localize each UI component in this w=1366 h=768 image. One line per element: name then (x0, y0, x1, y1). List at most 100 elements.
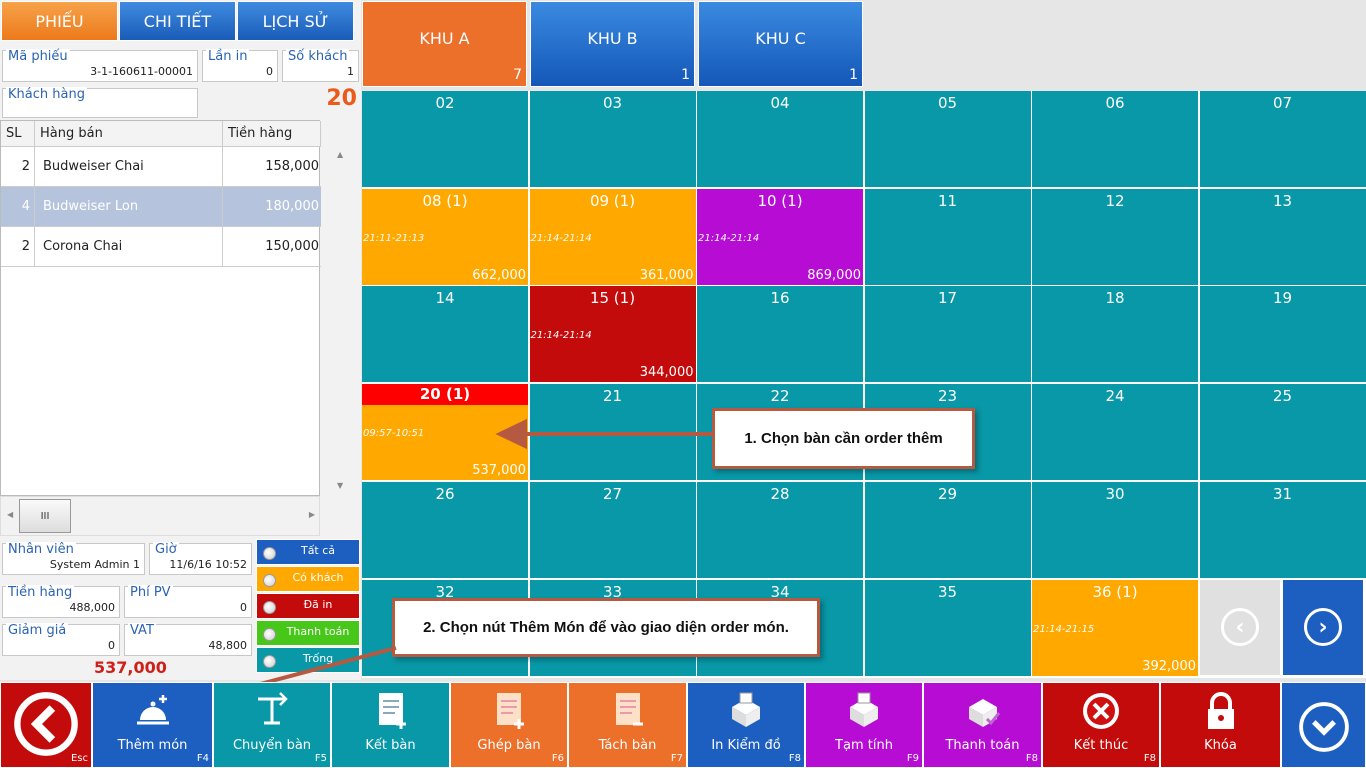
table-tile[interactable]: 26 (362, 481, 528, 578)
service-fee-field[interactable]: Phí PV 0 (124, 585, 252, 618)
table-tile[interactable]: 18 (1032, 286, 1198, 383)
action-toolbar: Esc Thêm món F4 Chuyển bàn F5 Kết bàn Gh… (0, 682, 1366, 768)
horizontal-scrollbar[interactable]: ◀ III ▶ (0, 496, 320, 536)
zone-label: KHU B (587, 29, 638, 48)
table-name: 25 (1272, 387, 1293, 406)
table-tile[interactable]: 36 (1) 21:14-21:15 392,000 (1032, 579, 1198, 676)
table-tile[interactable]: 25 (1199, 384, 1366, 481)
table-tile[interactable]: 21 (529, 384, 696, 481)
print-count-field[interactable]: Lần in 0 (202, 49, 278, 82)
table-tile[interactable]: 20 (1) 09:57-10:51 537,000 (362, 384, 528, 481)
button-kết-bàn[interactable]: Kết bàn (331, 682, 450, 768)
more-button[interactable] (1281, 682, 1366, 768)
printer-icon (842, 689, 886, 733)
table-name: 26 (435, 484, 455, 503)
button-tách-bàn[interactable]: Tách bàn F7 (568, 682, 687, 768)
table-tile[interactable]: 03 (529, 91, 696, 187)
filter-2[interactable]: Đã in (256, 593, 360, 619)
time-field[interactable]: Giờ 11/6/16 10:52 (149, 542, 252, 575)
table-name: 02 (435, 94, 455, 112)
table-tile[interactable]: 12 (1032, 188, 1198, 285)
vertical-scrollbar[interactable]: ▲ ▼ (321, 120, 361, 496)
table-number: 20 (326, 86, 357, 111)
table-name: 03 (602, 94, 623, 112)
table-tile[interactable]: 10 (1) 21:14-21:14 869,000 (697, 188, 863, 285)
table-tile[interactable]: 16 (697, 286, 863, 383)
customer-field[interactable]: Khách hàng (2, 87, 198, 118)
button-thanh-toán[interactable]: Thanh toán F8 (923, 682, 1042, 768)
filter-4[interactable]: Trống (256, 647, 360, 673)
filter-1[interactable]: Có khách (256, 566, 360, 592)
zone-tab-2[interactable]: KHU C 1 (698, 1, 863, 87)
zone-tab-0[interactable]: KHU A 7 (362, 1, 527, 87)
subtotal-field[interactable]: Tiền hàng 488,000 (2, 585, 120, 618)
time-value: 11/6/16 10:52 (169, 558, 247, 571)
button-tạm-tính[interactable]: Tạm tính F9 (805, 682, 923, 768)
table-tile[interactable]: 02 (362, 91, 528, 187)
scroll-right-icon[interactable]: ▶ (309, 510, 315, 519)
button-shortcut: F4 (196, 753, 209, 764)
next-page-button[interactable]: › (1283, 580, 1363, 675)
table-tile[interactable]: 08 (1) 21:11-21:13 662,000 (362, 188, 528, 285)
callout-select-table: 1. Chọn bàn cần order thêm (712, 408, 975, 469)
row-amount: 158,000 (265, 159, 319, 174)
table-tile[interactable]: 31 (1199, 481, 1366, 578)
table-tile[interactable]: 35 (864, 579, 1031, 676)
tab-phieu[interactable]: PHIẾU (1, 1, 118, 41)
table-tile[interactable]: 28 (697, 481, 863, 578)
move-table-icon (250, 689, 294, 733)
guest-count-field[interactable]: Số khách 1 (282, 49, 359, 82)
table-row[interactable]: 2 Corona Chai 150,000 (1, 227, 321, 267)
table-time: 21:14-21:14 (698, 232, 760, 244)
discount-value: 0 (108, 639, 115, 652)
button-chuyển-bàn[interactable]: Chuyển bàn F5 (213, 682, 331, 768)
print-count-label: Lần in (206, 49, 250, 64)
table-name: 22 (770, 387, 790, 406)
scroll-thumb[interactable]: III (19, 499, 71, 533)
table-tile[interactable]: 24 (1032, 384, 1198, 481)
button-kết-thúc[interactable]: Kết thúc F8 (1042, 682, 1160, 768)
tab-chi-tiet[interactable]: CHI TIẾT (119, 1, 236, 41)
scroll-down-icon[interactable]: ▼ (337, 481, 343, 490)
table-tile[interactable]: 05 (864, 91, 1031, 187)
back-button[interactable]: Esc (0, 682, 92, 768)
table-tile[interactable]: 15 (1) 21:14-21:14 344,000 (529, 286, 696, 383)
table-tile[interactable]: 04 (697, 91, 863, 187)
table-tile[interactable]: 29 (864, 481, 1031, 578)
table-row[interactable]: 4 Budweiser Lon 180,000 (1, 187, 321, 227)
button-khóa[interactable]: Khóa (1160, 682, 1281, 768)
table-tile[interactable]: 14 (362, 286, 528, 383)
scroll-left-icon[interactable]: ◀ (7, 510, 13, 519)
tab-lich-su[interactable]: LỊCH SỬ (237, 1, 354, 41)
col-qty[interactable]: SL (1, 121, 35, 147)
table-tile[interactable]: 19 (1199, 286, 1366, 383)
table-tile[interactable]: 13 (1199, 188, 1366, 285)
table-tile[interactable]: 27 (529, 481, 696, 578)
col-amount[interactable]: Tiền hàng (223, 121, 321, 147)
table-tile[interactable]: 30 (1032, 481, 1198, 578)
table-tile[interactable]: 11 (864, 188, 1031, 285)
staff-field[interactable]: Nhân viên System Admin 1 (2, 542, 145, 575)
table-time: 09:57-10:51 (363, 428, 425, 440)
col-name[interactable]: Hàng bán (35, 121, 223, 147)
ticket-id-field[interactable]: Mã phiếu 3-1-160611-00001 (2, 49, 198, 82)
filter-0[interactable]: Tất cả (256, 539, 360, 565)
table-tile[interactable]: 07 (1199, 91, 1366, 187)
prev-page-button[interactable]: ‹ (1200, 580, 1280, 675)
table-name: 11 (937, 191, 958, 210)
table-amount: 392,000 (1142, 658, 1196, 674)
discount-field[interactable]: Giảm giá 0 (2, 623, 120, 656)
table-name: 24 (1105, 387, 1125, 406)
table-tile[interactable]: 09 (1) 21:14-21:14 361,000 (529, 188, 696, 285)
vat-field[interactable]: VAT 48,800 (124, 623, 252, 656)
button-ghép-bàn[interactable]: Ghép bàn F6 (450, 682, 568, 768)
zone-tab-1[interactable]: KHU B 1 (530, 1, 695, 87)
table-tile[interactable]: 06 (1032, 91, 1198, 187)
filter-3[interactable]: Thanh toán (256, 620, 360, 646)
scroll-up-icon[interactable]: ▲ (337, 150, 343, 159)
button-thêm-món[interactable]: Thêm món F4 (92, 682, 213, 768)
button-in-kiểm-đồ[interactable]: In Kiểm đồ F8 (687, 682, 805, 768)
table-tile[interactable]: 17 (864, 286, 1031, 383)
table-row[interactable]: 2 Budweiser Chai 158,000 (1, 147, 321, 187)
table-name: 19 (1272, 289, 1293, 308)
